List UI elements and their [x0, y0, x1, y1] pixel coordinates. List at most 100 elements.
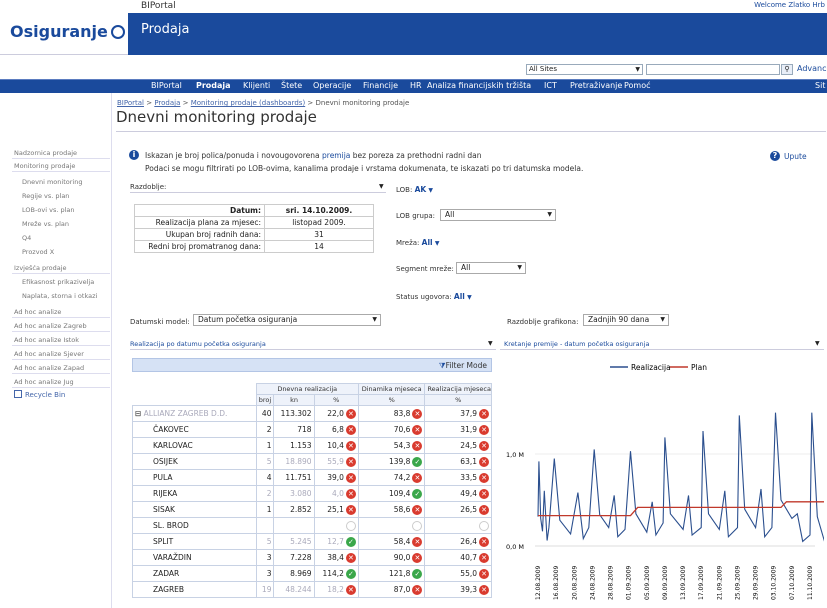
nav-item-10[interactable]: Pretraživanje	[570, 81, 622, 90]
breadcrumb-monitoring[interactable]: Monitoring prodaje (dashboards)	[191, 99, 305, 107]
y-tick-1m: 1,0 M	[506, 451, 524, 459]
breadcrumb-biportal[interactable]: BIPortal	[117, 99, 144, 107]
nav-item-4[interactable]: Štete	[281, 81, 302, 90]
nav-item-3[interactable]: Klijenti	[243, 81, 270, 90]
segment-select[interactable]: All ▼	[456, 262, 526, 274]
grid-menu-icon[interactable]: ▼	[488, 340, 493, 347]
table-row[interactable]: ČAKOVEC 2 718 6,8 ✕ 70,6 ✕ 31,9 ✕	[132, 421, 492, 438]
row-name[interactable]: SL. BROD	[132, 517, 257, 534]
nav-item-1[interactable]: BIPortal	[151, 81, 182, 90]
cross-icon: ✕	[479, 568, 489, 579]
row-name[interactable]: ZAGREB	[132, 581, 257, 598]
nav-item-11[interactable]: Pomoć	[624, 81, 651, 90]
table-row[interactable]: RIJEKA 2 3.080 4,0 ✕ 109,4 ✓ 49,4 ✕	[132, 485, 492, 502]
lob-grupa-select[interactable]: All ▼	[440, 209, 556, 221]
cell-broj	[255, 517, 275, 534]
cell-pct	[313, 517, 359, 534]
header-pct: %	[313, 394, 359, 406]
table-row[interactable]: ZADAR 3 8.969 114,2 ✓ 121,8 ✓ 55,0 ✕	[132, 565, 492, 582]
row-name[interactable]: SPLIT	[132, 533, 257, 550]
sidebar-item[interactable]: Efikasnost prikazivelja	[22, 278, 94, 286]
header-pct-dm: %	[357, 394, 426, 406]
breadcrumb-prodaja[interactable]: Prodaja	[154, 99, 180, 107]
nav-item-2[interactable]: Prodaja	[196, 81, 231, 90]
advanced-search-link[interactable]: Advanced	[797, 64, 827, 73]
row-label: SPLIT	[153, 537, 174, 546]
table-row[interactable]: SISAK 1 2.852 25,1 ✕ 58,6 ✕ 26,5 ✕	[132, 501, 492, 518]
table-row[interactable]: SPLIT 5 5.245 12,7 ✓ 58,4 ✕ 26,4 ✕	[132, 533, 492, 550]
welcome-menu[interactable]: Welcome Zlatko Hrb	[754, 1, 825, 9]
row-name[interactable]: PULA	[132, 469, 257, 486]
sidebar-item[interactable]: Izvješća prodaje	[14, 264, 67, 272]
portal-name[interactable]: BIPortal	[141, 1, 176, 11]
sidebar-item[interactable]: Ad hoc analize Zagreb	[14, 322, 87, 330]
cell-rm: 33,5 ✕	[424, 469, 492, 486]
help-icon[interactable]: ?	[770, 151, 780, 161]
search-input[interactable]	[646, 64, 780, 75]
company-logo[interactable]: Osiguranje	[10, 22, 125, 41]
cell-pct: 12,7 ✓	[313, 533, 359, 550]
table-row[interactable]: SL. BROD	[132, 517, 492, 534]
sidebar-item[interactable]: LOB-ovi vs. plan	[22, 206, 75, 214]
chart-web-part-title[interactable]: Kretanje premije - datum početka osigura…	[504, 340, 649, 348]
razdoblje-dropdown-icon[interactable]: ▼	[379, 183, 384, 190]
table-row[interactable]: VARAŽDIN 3 7.228 38,4 ✕ 90,0 ✕ 40,7 ✕	[132, 549, 492, 566]
sidebar-item[interactable]: Ad hoc analize Sjever	[14, 350, 84, 358]
sidebar-item[interactable]: Naplata, storna i otkazi	[22, 292, 97, 300]
sidebar-item[interactable]: Regije vs. plan	[22, 192, 69, 200]
grid-web-part-title[interactable]: Realizacija po datumu početka osiguranja	[130, 340, 266, 348]
nav-item-6[interactable]: Financije	[363, 81, 398, 90]
row-name[interactable]: VARAŽDIN	[132, 549, 257, 566]
row-name[interactable]: ČAKOVEC	[132, 421, 257, 438]
sidebar-item[interactable]: Mreže vs. plan	[22, 220, 69, 228]
table-row[interactable]: PULA 4 11.751 39,0 ✕ 74,2 ✕ 33,5 ✕	[132, 469, 492, 486]
search-icon[interactable]: ⚲	[781, 64, 793, 75]
site-actions[interactable]: Sit	[815, 81, 825, 90]
collapse-icon[interactable]: ⊟	[135, 409, 144, 418]
table-row[interactable]: ZAGREB 19 48.244 18,2 ✕ 87,0 ✕ 39,3 ✕	[132, 581, 492, 598]
nav-item-5[interactable]: Operacije	[313, 81, 351, 90]
sidebar-item[interactable]: Monitoring prodaje	[14, 162, 75, 170]
sidebar-item[interactable]: Prozvod X	[22, 248, 54, 256]
sidebar-item[interactable]: Ad hoc analize Istok	[14, 336, 79, 344]
cell-kn: 5.245	[273, 533, 315, 550]
cell-broj: 2	[255, 485, 275, 502]
search-scope-select[interactable]: All Sites ▼	[526, 64, 643, 75]
chevron-down-icon: ▼	[517, 264, 522, 271]
help-link[interactable]: Upute	[784, 152, 807, 161]
x-tick-label: 01.09.2009	[626, 565, 633, 600]
divider	[12, 171, 110, 172]
sidebar-item[interactable]: Ad hoc analize	[14, 308, 61, 316]
recycle-bin-link[interactable]: Recycle Bin	[14, 390, 65, 399]
nav-item-7[interactable]: HR	[410, 81, 422, 90]
date-row: Redni broj promatranog dana: 14	[134, 240, 374, 253]
row-name[interactable]: ⊟ ALLIANZ ZAGREB D.D.	[132, 405, 257, 422]
table-row[interactable]: KARLOVAC 1 1.153 10,4 ✕ 54,3 ✕ 24,5 ✕	[132, 437, 492, 454]
site-title[interactable]: Prodaja	[141, 22, 189, 37]
y-tick-0m: 0,0 M	[506, 543, 524, 551]
razdoblje-grafikona-select[interactable]: Zadnjih 90 dana ▼	[583, 314, 669, 326]
table-row[interactable]: OSIJEK 5 18.890 55,9 ✕ 139,8 ✓ 63,1 ✕	[132, 453, 492, 470]
row-name[interactable]: ZADAR	[132, 565, 257, 582]
row-name[interactable]: RIJEKA	[132, 485, 257, 502]
divider	[116, 131, 826, 132]
cross-icon: ✕	[412, 424, 423, 435]
x-tick-label: 20.08.2009	[571, 565, 578, 600]
cross-icon: ✕	[479, 504, 489, 515]
table-row[interactable]: ⊟ ALLIANZ ZAGREB D.D. 40 113.302 22,0 ✕ 83,8 ✕…	[132, 405, 492, 422]
cell-kn: 3.080	[273, 485, 315, 502]
row-name[interactable]: SISAK	[132, 501, 257, 518]
sidebar-item[interactable]: Ad hoc analize Zapad	[14, 364, 84, 372]
row-name[interactable]: OSIJEK	[132, 453, 257, 470]
sidebar-item[interactable]: Q4	[22, 234, 31, 242]
sidebar-item[interactable]: Nadzornica prodaje	[14, 149, 77, 157]
datumski-model-select[interactable]: Datum početka osiguranja ▼	[193, 314, 381, 326]
chart-menu-icon[interactable]: ▼	[815, 340, 820, 347]
sidebar-item[interactable]: Ad hoc analize Jug	[14, 378, 74, 386]
filter-mode-button[interactable]: ⧩Filter Mode	[439, 361, 487, 371]
row-name[interactable]: KARLOVAC	[132, 437, 257, 454]
nav-item-8[interactable]: Analiza financijskih tržišta	[427, 81, 531, 90]
nav-item-9[interactable]: ICT	[544, 81, 557, 90]
sidebar-item[interactable]: Dnevni monitoring	[22, 178, 82, 186]
breadcrumb: BIPortal > Prodaja > Monitoring prodaje …	[117, 99, 410, 107]
